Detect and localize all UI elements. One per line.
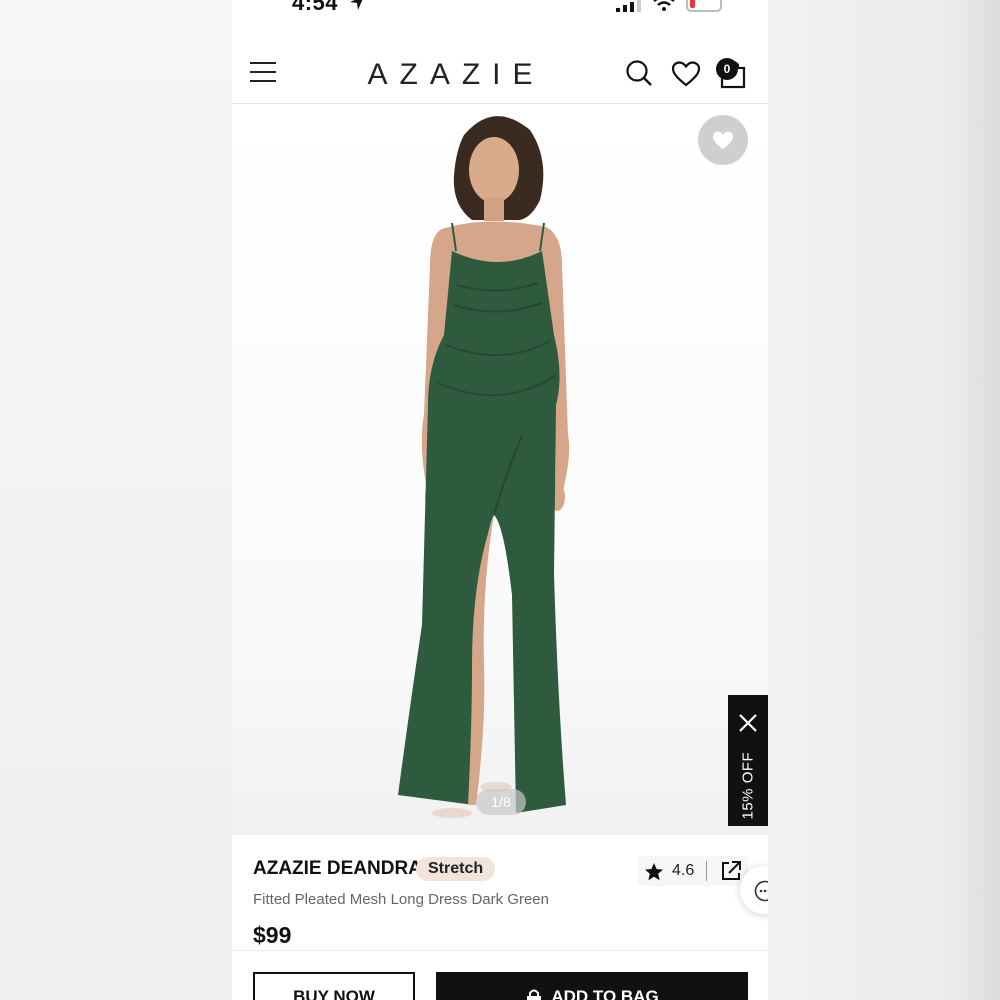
stretch-badge: Stretch — [416, 857, 496, 881]
signal-icon — [616, 0, 641, 12]
chat-icon — [754, 880, 768, 902]
product-description: Fitted Pleated Mesh Long Dress Dark Gree… — [253, 891, 549, 908]
heart-icon — [713, 131, 733, 149]
menu-icon[interactable] — [248, 60, 278, 86]
location-arrow-icon — [350, 0, 363, 10]
product-price: $99 — [253, 922, 292, 948]
star-icon — [645, 863, 663, 881]
rating-box: 4.6 — [638, 856, 748, 886]
model-photo — [398, 116, 570, 818]
wishlist-heart-icon[interactable] — [670, 58, 702, 90]
bottom-divider — [232, 950, 768, 951]
close-icon[interactable] — [738, 713, 758, 733]
share-icon[interactable] — [720, 860, 742, 882]
lock-icon — [527, 989, 542, 1000]
battery-icon — [686, 0, 722, 12]
product-title: AZAZIE DEANDRA — [253, 858, 422, 879]
buy-now-button[interactable]: BUY NOW — [253, 972, 415, 1000]
favorite-button[interactable] — [698, 115, 748, 165]
add-to-bag-button[interactable]: ADD TO BAG — [436, 972, 748, 1000]
product-image[interactable]: 1/8 — [232, 105, 768, 835]
site-header: AZAZIE 0 — [232, 44, 768, 104]
search-icon[interactable] — [624, 58, 656, 90]
cart-count-badge: 0 — [716, 58, 738, 80]
brand-logo[interactable]: AZAZIE — [356, 58, 556, 92]
image-counter: 1/8 — [476, 789, 526, 815]
wifi-icon — [653, 0, 675, 11]
add-to-bag-label: ADD TO BAG — [551, 987, 659, 1000]
promo-tab[interactable]: 15% OFF — [728, 695, 768, 826]
background-right — [768, 0, 1000, 1000]
background-left — [0, 0, 232, 1000]
status-time: 4:54 — [292, 0, 339, 15]
rating-value: 4.6 — [672, 862, 695, 879]
rating-divider — [706, 861, 707, 881]
promo-label: 15% OFF — [739, 751, 757, 820]
status-bar: 4:54 — [232, 0, 768, 20]
phone-screen: 4:54 AZAZIE 0 1/8 15% OFF AZAZIE DEANDRA… — [232, 0, 768, 1000]
